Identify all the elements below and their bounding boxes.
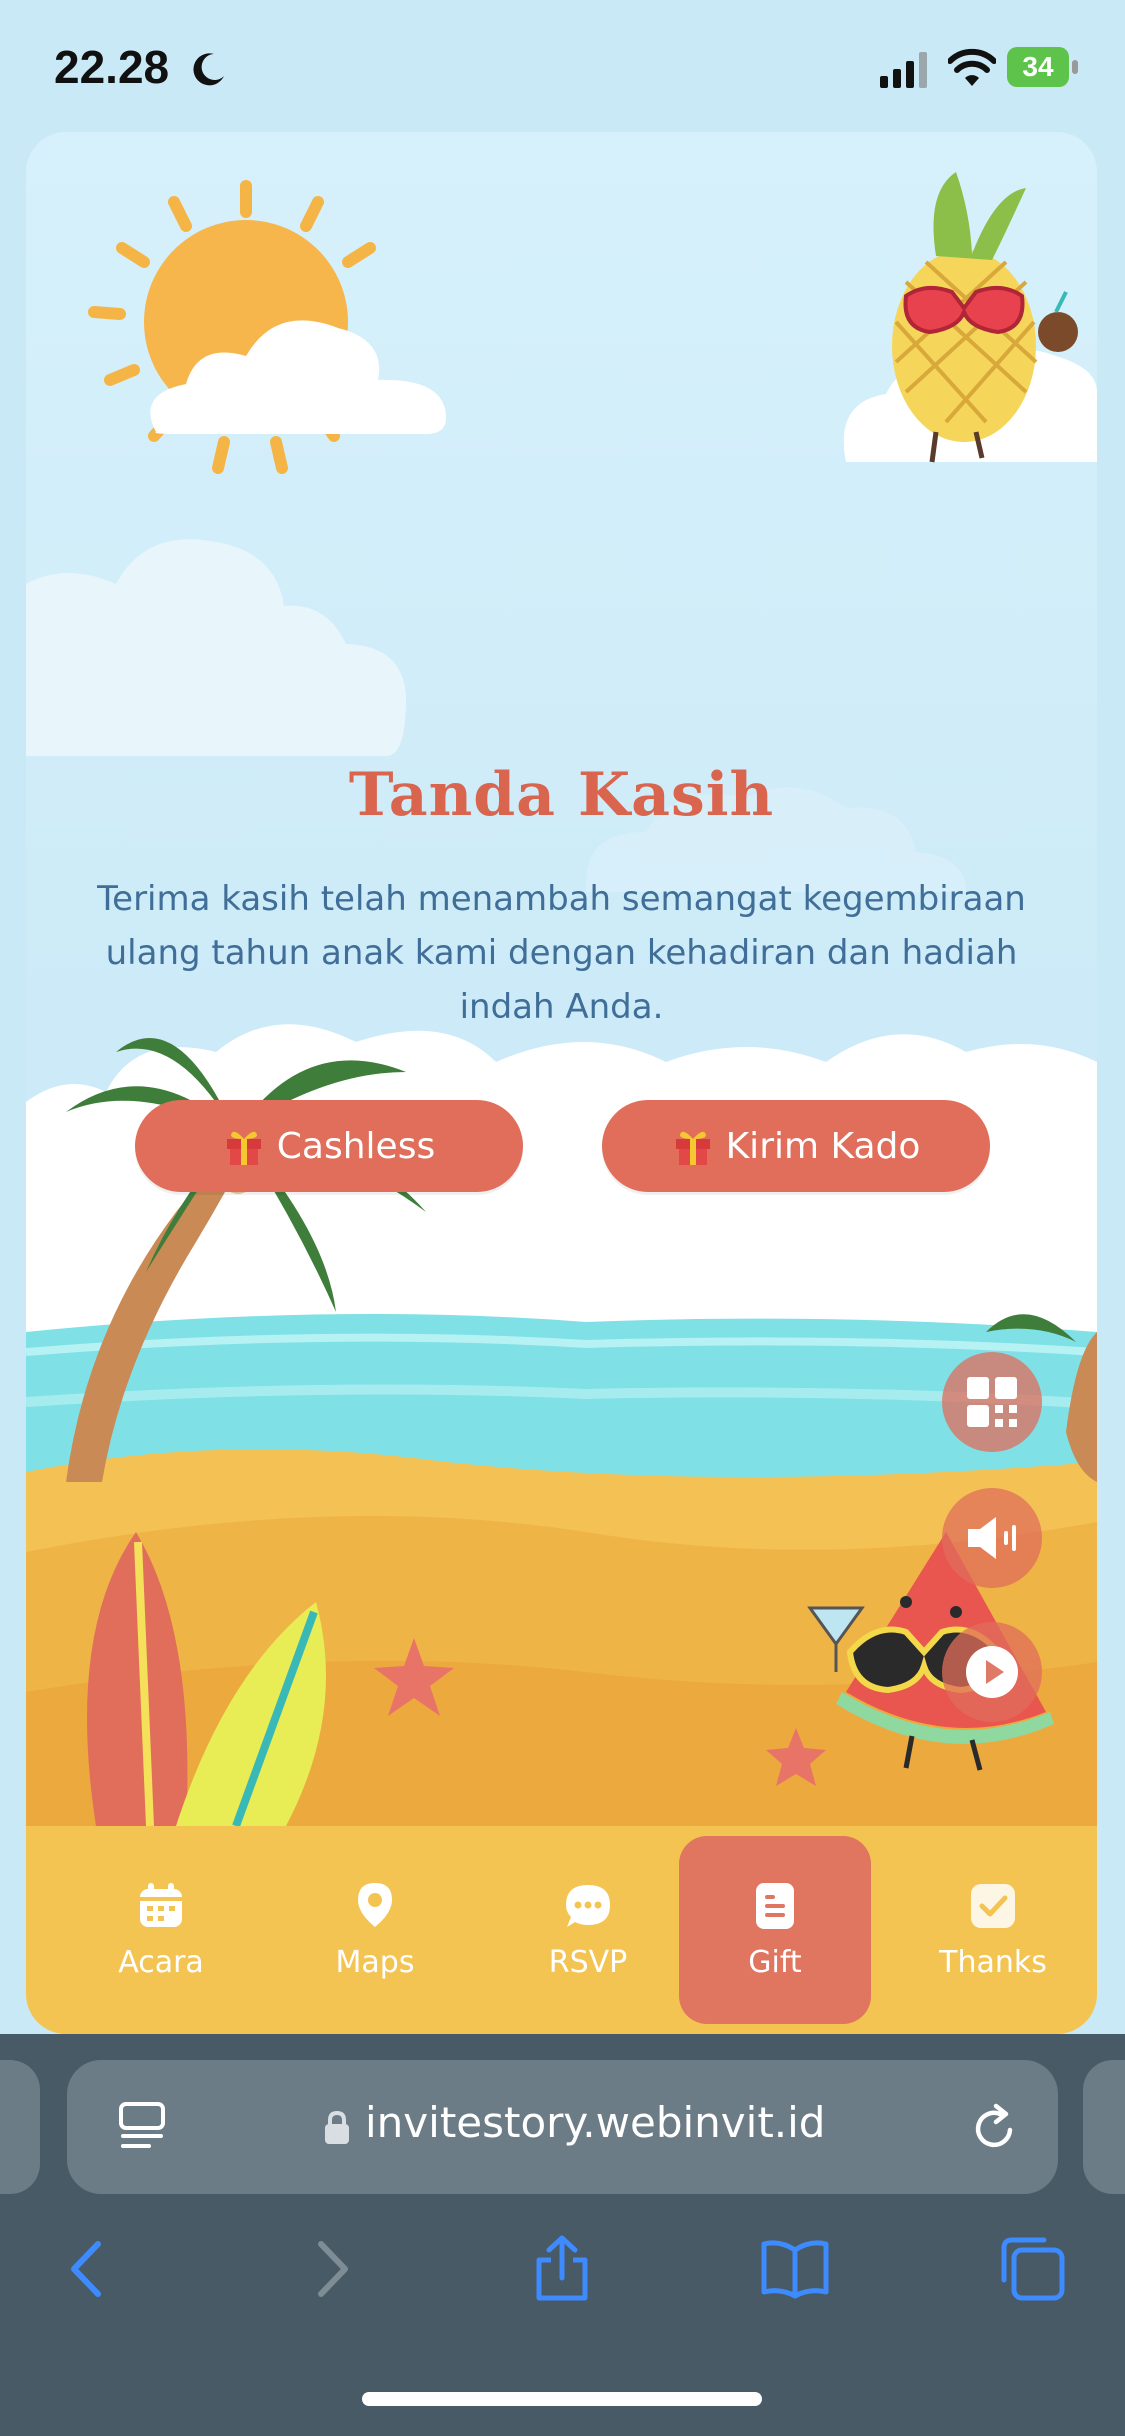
invitation-card: Tanda Kasih Terima kasih telah menambah …	[26, 132, 1097, 2034]
thank-you-message: Terima kasih telah menambah semangat keg…	[97, 879, 1026, 1027]
bookmarks-icon[interactable]	[760, 2234, 830, 2304]
play-icon	[966, 1646, 1018, 1698]
nav-item-label: RSVP	[548, 1944, 628, 1980]
nav-item-label: Acara	[118, 1944, 204, 1980]
section-title: Tanda Kasih	[348, 760, 775, 830]
lock-icon	[325, 2110, 349, 2144]
bottom-navigation: Acara Maps RSVP Gift Thanks	[26, 1826, 1097, 2034]
forward-arrow-icon[interactable]	[295, 2234, 365, 2304]
cellular-signal-icon	[880, 52, 927, 88]
qr-code-icon	[967, 1377, 1017, 1427]
battery-indicator: 34	[1007, 47, 1079, 87]
battery-percentage: 34	[1022, 51, 1054, 82]
speaker-icon	[968, 1517, 1016, 1559]
nav-item-maps[interactable]: Maps	[279, 1836, 471, 2024]
nav-item-label: Gift	[748, 1944, 802, 1980]
nav-item-label: Thanks	[939, 1944, 1047, 1980]
calendar-icon	[140, 1882, 182, 1927]
wifi-icon	[948, 48, 996, 86]
check-icon	[971, 1883, 1015, 1928]
beach-scene-illustration	[26, 172, 1097, 1828]
gift-icon	[226, 1131, 261, 1165]
nav-item-gift[interactable]: Gift	[679, 1836, 871, 2024]
tabs-overview-icon[interactable]	[998, 2234, 1068, 2304]
address-bar[interactable]: invitestory.webinvit.id	[67, 2060, 1058, 2194]
back-arrow-icon[interactable]	[54, 2234, 124, 2304]
cashless-button-label: Cashless	[276, 1125, 436, 1167]
sun-illustration	[88, 180, 446, 474]
nav-item-acara[interactable]: Acara	[65, 1836, 257, 2024]
sound-toggle-button[interactable]	[942, 1488, 1042, 1588]
share-icon[interactable]	[527, 2234, 597, 2304]
autoplay-button[interactable]	[942, 1622, 1042, 1722]
nav-item-thanks[interactable]: Thanks	[897, 1836, 1089, 2024]
browser-toolbar: invitestory.webinvit.id	[0, 2034, 1125, 2436]
chat-bubble-icon	[566, 1884, 610, 1927]
nav-item-rsvp[interactable]: RSVP	[492, 1836, 684, 2024]
reload-icon[interactable]	[966, 2100, 1022, 2156]
qr-code-button[interactable]	[942, 1352, 1042, 1452]
status-time: 22.28	[54, 41, 170, 93]
cashless-button[interactable]: Cashless	[135, 1100, 523, 1192]
nav-item-label: Maps	[335, 1944, 415, 1980]
home-indicator[interactable]	[362, 2392, 762, 2406]
reader-mode-icon[interactable]	[117, 2100, 167, 2156]
status-bar: 22.28 34	[0, 0, 1125, 130]
gift-list-icon	[756, 1882, 794, 1929]
map-pin-icon	[358, 1882, 392, 1927]
kirim-kado-button-label: Kirim Kado	[725, 1125, 921, 1167]
url-text: invitestory.webinvit.id	[365, 2098, 826, 2147]
kirim-kado-button[interactable]: Kirim Kado	[602, 1100, 990, 1192]
moon-icon	[193, 53, 224, 86]
gift-icon	[675, 1131, 710, 1165]
previous-tab-preview[interactable]	[0, 2060, 40, 2194]
next-tab-preview[interactable]	[1083, 2060, 1125, 2194]
